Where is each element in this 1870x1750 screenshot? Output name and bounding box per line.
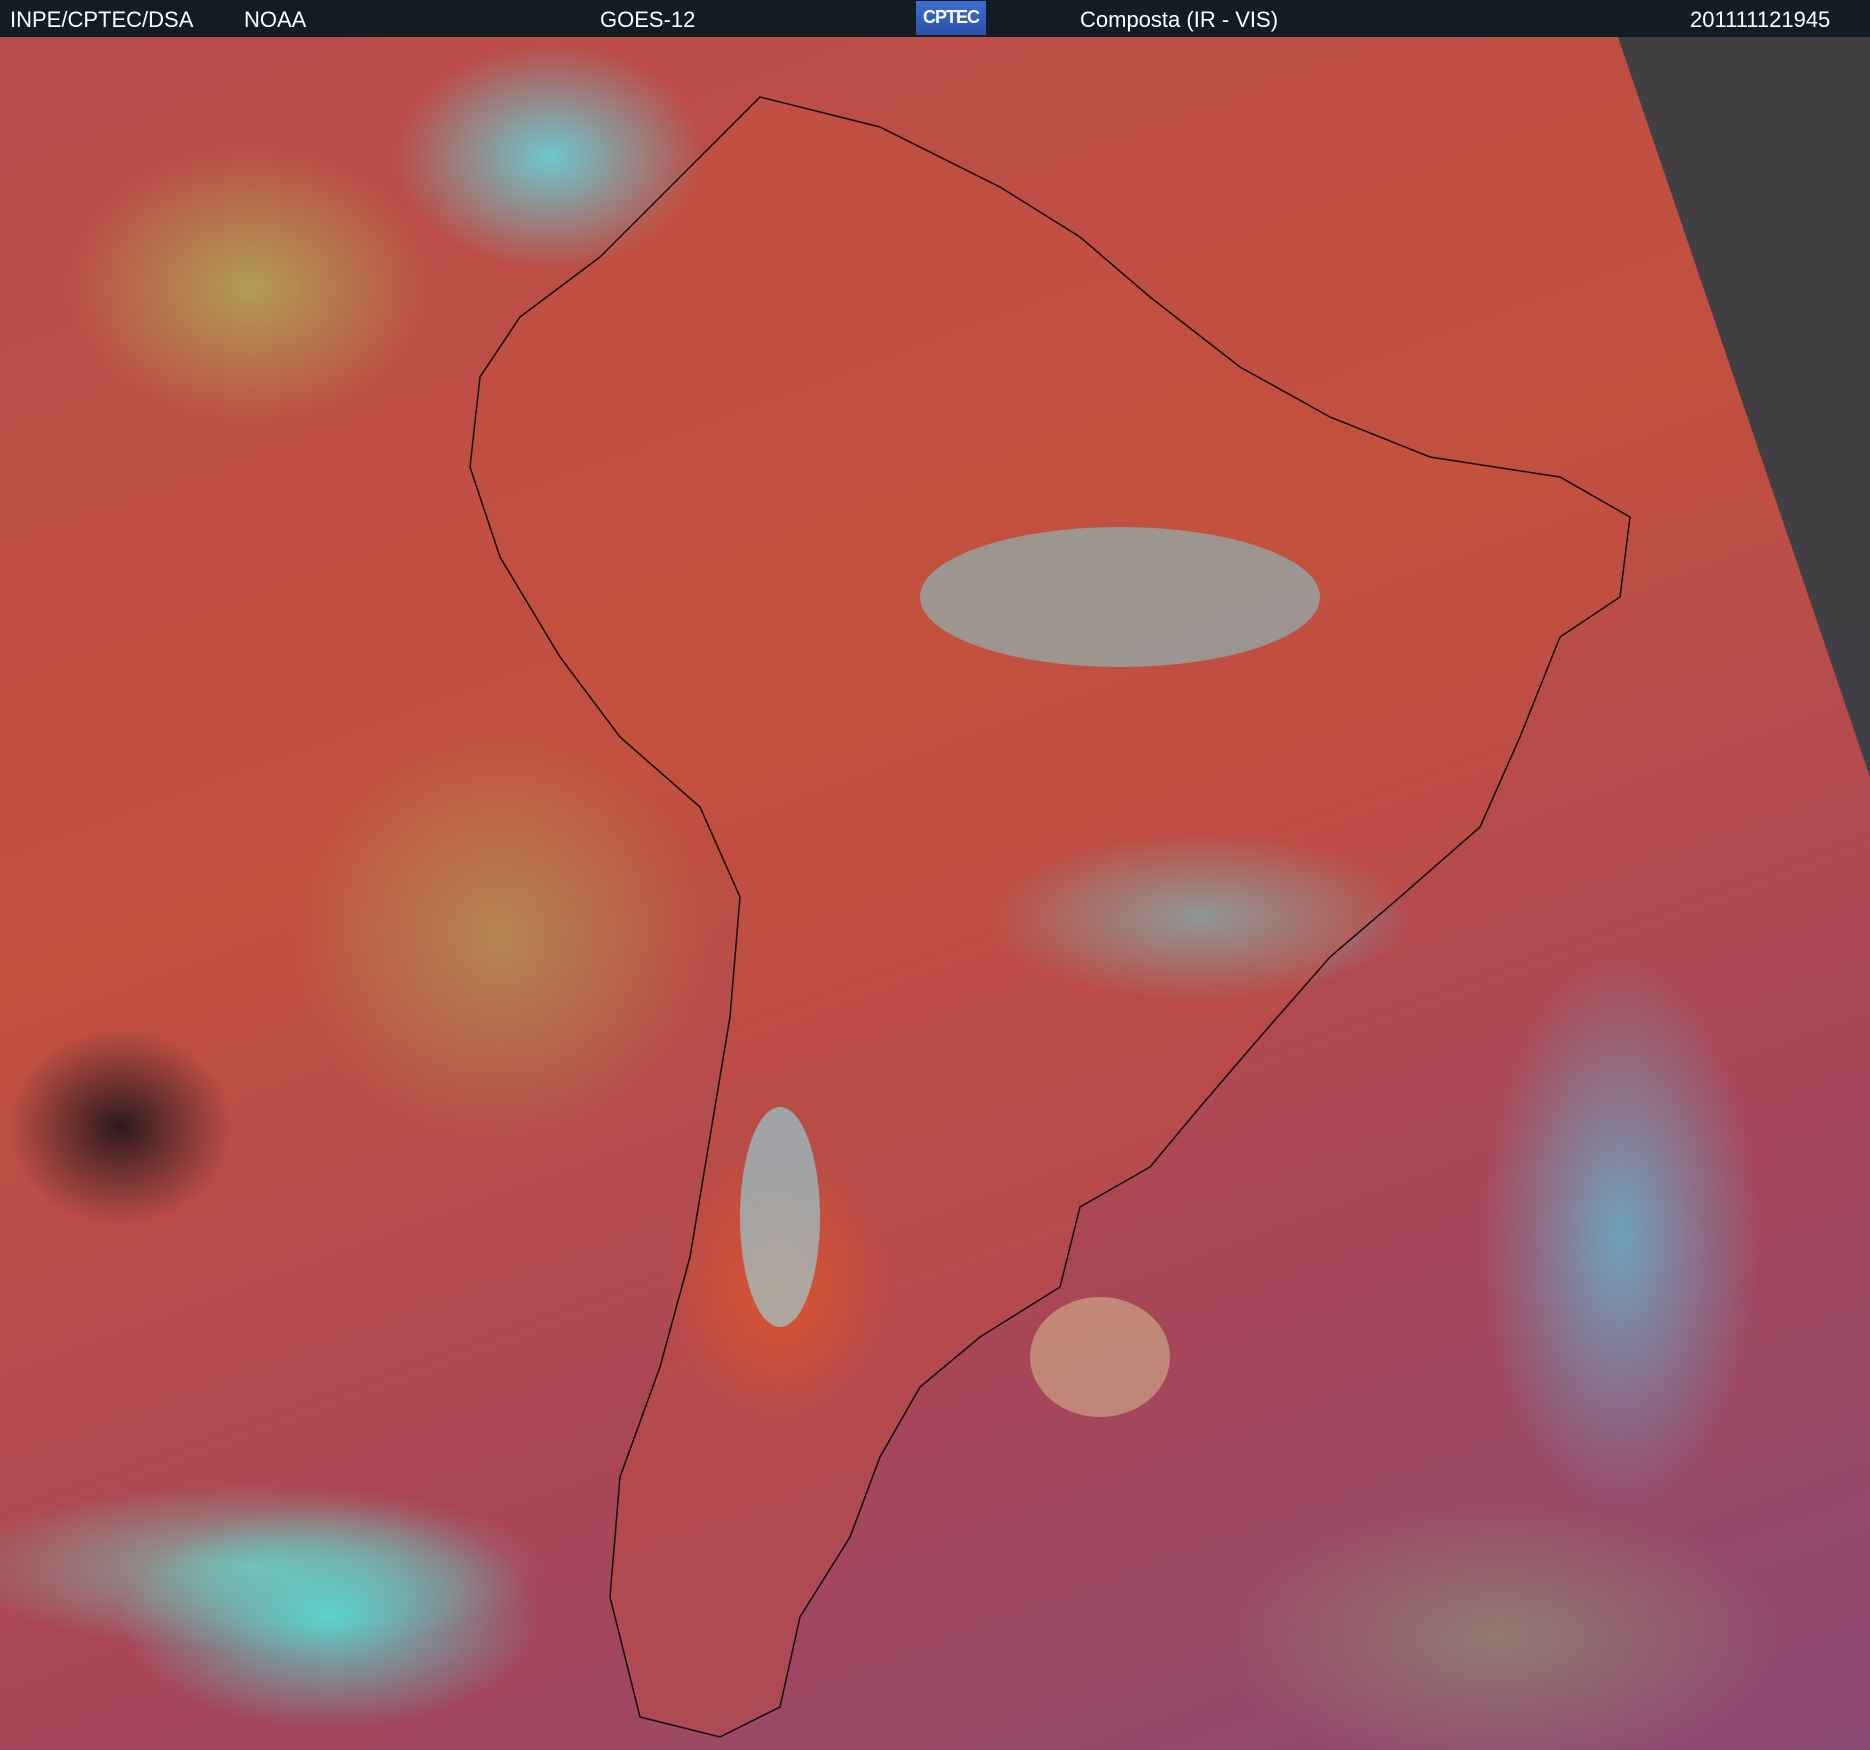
cptec-logo: CPTEC bbox=[916, 1, 986, 35]
cloud-band bbox=[740, 1107, 820, 1327]
product-label: Composta (IR - VIS) bbox=[1080, 7, 1279, 32]
cloud-band bbox=[920, 527, 1320, 667]
cloud-band bbox=[1030, 1297, 1170, 1417]
outside-scan-region bbox=[1618, 37, 1870, 777]
timestamp-label: 201111121945 bbox=[1690, 7, 1831, 32]
satellite-label: GOES-12 bbox=[600, 7, 696, 32]
satellite-image bbox=[0, 37, 1870, 1750]
map-overlay bbox=[469, 37, 1870, 1738]
agency-label: INPE/CPTEC/DSA bbox=[10, 7, 194, 32]
source-label: NOAA bbox=[244, 7, 307, 32]
south-america-outline bbox=[469, 96, 1631, 1738]
header-bar: INPE/CPTEC/DSA NOAA GOES-12 CPTEC Compos… bbox=[0, 0, 1870, 37]
